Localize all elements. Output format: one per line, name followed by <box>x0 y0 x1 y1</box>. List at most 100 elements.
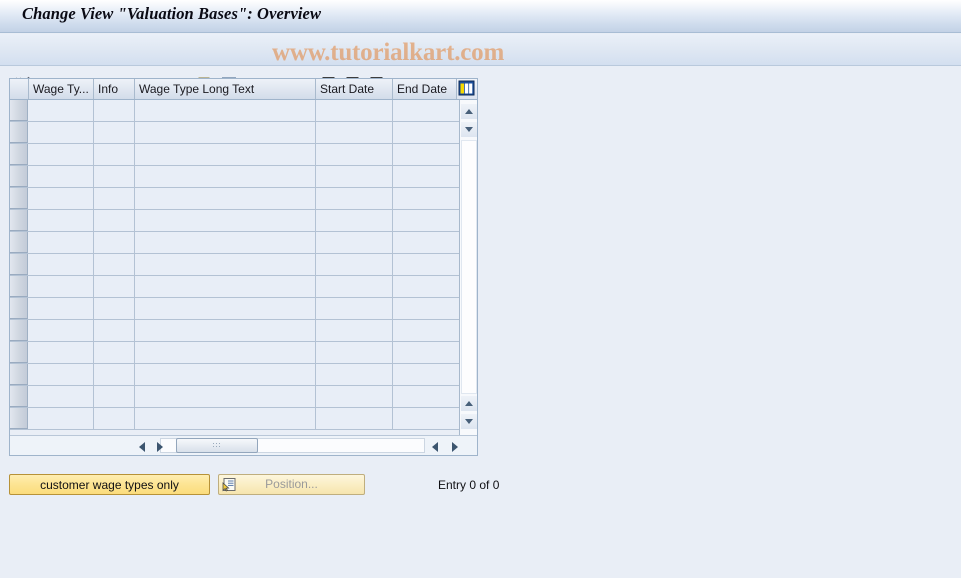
row-selector-cell[interactable] <box>10 386 28 407</box>
horizontal-scroll-thumb[interactable]: ∶∶∶ <box>176 438 258 453</box>
position-button[interactable]: Position... <box>218 474 365 495</box>
table-row[interactable] <box>10 254 459 276</box>
table-cell[interactable] <box>316 276 393 297</box>
row-selector-cell[interactable] <box>10 232 28 253</box>
table-cell[interactable] <box>316 122 393 143</box>
table-cell[interactable] <box>29 144 94 165</box>
column-header-wage-type[interactable]: Wage Ty... <box>29 79 94 99</box>
table-row[interactable] <box>10 276 459 298</box>
table-cell[interactable] <box>29 232 94 253</box>
table-row[interactable] <box>10 364 459 386</box>
table-cell[interactable] <box>316 144 393 165</box>
table-row[interactable] <box>10 320 459 342</box>
table-cell[interactable] <box>393 342 459 363</box>
table-row[interactable] <box>10 298 459 320</box>
table-cell[interactable] <box>94 210 135 231</box>
table-cell[interactable] <box>94 276 135 297</box>
table-cell[interactable] <box>94 364 135 385</box>
table-row[interactable] <box>10 232 459 254</box>
row-selector-cell[interactable] <box>10 408 28 429</box>
table-cell[interactable] <box>393 364 459 385</box>
table-cell[interactable] <box>393 320 459 341</box>
row-selector-cell[interactable] <box>10 254 28 275</box>
scroll-left-button[interactable] <box>135 438 150 453</box>
scroll-left-button-right[interactable] <box>428 438 443 453</box>
column-header-info[interactable]: Info <box>94 79 135 99</box>
table-cell[interactable] <box>94 386 135 407</box>
table-cell[interactable] <box>135 188 316 209</box>
table-cell[interactable] <box>316 100 393 121</box>
table-cell[interactable] <box>94 122 135 143</box>
row-selector-cell[interactable] <box>10 188 28 209</box>
table-cell[interactable] <box>94 320 135 341</box>
table-cell[interactable] <box>29 254 94 275</box>
table-settings-icon[interactable] <box>456 79 477 99</box>
vertical-scroll-track[interactable] <box>461 140 477 394</box>
table-cell[interactable] <box>135 210 316 231</box>
row-selector-cell[interactable] <box>10 122 28 143</box>
scroll-up-button[interactable] <box>461 104 477 119</box>
row-selector-cell[interactable] <box>10 100 28 121</box>
table-cell[interactable] <box>94 166 135 187</box>
table-cell[interactable] <box>94 232 135 253</box>
table-cell[interactable] <box>29 188 94 209</box>
table-cell[interactable] <box>135 342 316 363</box>
select-all-column-header[interactable] <box>10 79 29 99</box>
row-selector-cell[interactable] <box>10 342 28 363</box>
table-cell[interactable] <box>135 320 316 341</box>
table-cell[interactable] <box>29 342 94 363</box>
table-row[interactable] <box>10 144 459 166</box>
table-cell[interactable] <box>316 364 393 385</box>
column-header-wage-type-long-text[interactable]: Wage Type Long Text <box>135 79 316 99</box>
table-cell[interactable] <box>393 188 459 209</box>
row-selector-cell[interactable] <box>10 298 28 319</box>
table-cell[interactable] <box>94 144 135 165</box>
table-cell[interactable] <box>29 166 94 187</box>
table-cell[interactable] <box>29 276 94 297</box>
table-cell[interactable] <box>316 342 393 363</box>
table-cell[interactable] <box>135 276 316 297</box>
row-selector-cell[interactable] <box>10 320 28 341</box>
table-row[interactable] <box>10 386 459 408</box>
table-cell[interactable] <box>29 100 94 121</box>
table-cell[interactable] <box>393 144 459 165</box>
table-cell[interactable] <box>135 386 316 407</box>
table-cell[interactable] <box>94 408 135 429</box>
column-header-start-date[interactable]: Start Date <box>316 79 393 99</box>
table-cell[interactable] <box>29 210 94 231</box>
table-cell[interactable] <box>135 144 316 165</box>
table-row[interactable] <box>10 408 459 430</box>
table-cell[interactable] <box>94 342 135 363</box>
scroll-right-button-right[interactable] <box>447 438 462 453</box>
table-cell[interactable] <box>135 298 316 319</box>
table-cell[interactable] <box>29 408 94 429</box>
table-row[interactable] <box>10 188 459 210</box>
table-cell[interactable] <box>135 122 316 143</box>
scroll-page-up-bottom-button[interactable] <box>461 396 477 411</box>
table-cell[interactable] <box>94 188 135 209</box>
table-cell[interactable] <box>316 166 393 187</box>
row-selector-cell[interactable] <box>10 166 28 187</box>
table-cell[interactable] <box>135 408 316 429</box>
table-cell[interactable] <box>135 166 316 187</box>
table-cell[interactable] <box>94 254 135 275</box>
table-cell[interactable] <box>316 408 393 429</box>
table-row[interactable] <box>10 342 459 364</box>
table-row[interactable] <box>10 100 459 122</box>
table-cell[interactable] <box>94 298 135 319</box>
table-cell[interactable] <box>316 386 393 407</box>
table-row[interactable] <box>10 122 459 144</box>
table-cell[interactable] <box>393 386 459 407</box>
table-cell[interactable] <box>393 254 459 275</box>
table-cell[interactable] <box>393 276 459 297</box>
row-selector-cell[interactable] <box>10 144 28 165</box>
table-cell[interactable] <box>94 100 135 121</box>
table-cell[interactable] <box>316 298 393 319</box>
column-header-end-date[interactable]: End Date <box>393 79 459 99</box>
table-cell[interactable] <box>316 188 393 209</box>
table-cell[interactable] <box>29 122 94 143</box>
table-cell[interactable] <box>29 298 94 319</box>
table-cell[interactable] <box>316 254 393 275</box>
scroll-down-button[interactable] <box>461 414 477 429</box>
table-cell[interactable] <box>316 210 393 231</box>
